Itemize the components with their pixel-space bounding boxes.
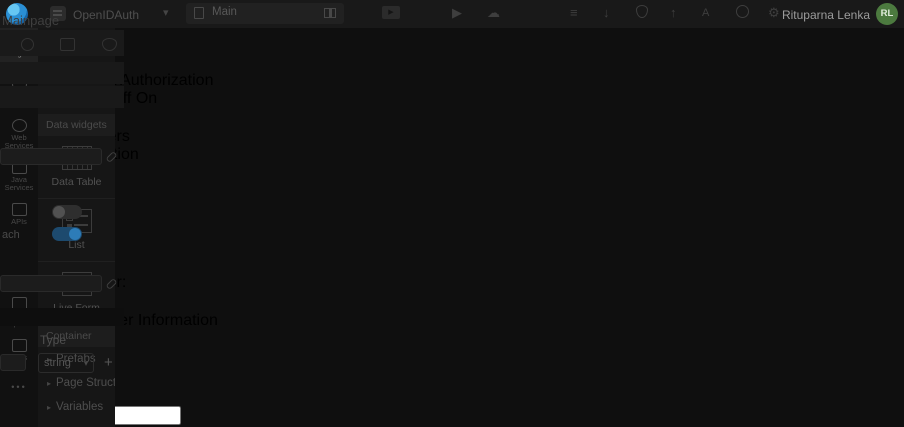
top-toolbar: OpenIDAuth ▾ Main ▶ ▶ ☁ ≡ ↓ ↑ A ⚙ Ritupa… xyxy=(0,0,904,28)
panel-row xyxy=(0,62,124,84)
property-input[interactable] xyxy=(0,275,102,292)
nav-item-csrf[interactable]: CSRF xyxy=(0,164,904,182)
logs-icon xyxy=(11,339,27,352)
nav-item-services[interactable]: Services xyxy=(0,238,904,256)
translate-icon[interactable]: A xyxy=(702,5,709,21)
inspect-icon[interactable] xyxy=(21,38,34,51)
nav-item-login-configuration[interactable]: Login Configuration xyxy=(0,146,904,164)
api-icon xyxy=(11,203,27,216)
identity-provider-section: 1. Identity Provider Information Provide… xyxy=(0,312,904,427)
type-column-label: Type xyxy=(40,333,67,347)
run-icon[interactable]: ▶ xyxy=(452,5,462,21)
content-scroll-area: Security Provider: Open ID ▾ 1. Identity… xyxy=(0,274,904,427)
property-toggle-off[interactable] xyxy=(52,205,82,219)
chevron-down-icon: ▾ xyxy=(83,358,88,368)
deploy-cloud-icon[interactable]: ☁ xyxy=(487,5,500,21)
export-icon[interactable]: ↑ xyxy=(670,5,677,21)
more-options-icon[interactable]: ••• xyxy=(0,382,38,392)
page-icon xyxy=(194,7,204,19)
security-content: Security Provider: Open ID ▾ 1. Identity… xyxy=(0,274,904,427)
dialog-tabs: General Authentication & Authorization xyxy=(0,54,904,90)
toggle-knob xyxy=(69,228,81,240)
shield-icon[interactable] xyxy=(636,5,648,18)
tree-item-variables[interactable]: ▸ Variables xyxy=(38,395,115,419)
nav-item-pages[interactable]: Pages xyxy=(0,220,904,238)
add-param-button[interactable]: + xyxy=(104,354,113,371)
device-preview-icon[interactable] xyxy=(60,38,75,51)
app-root: OpenIDAuth ▾ Main ▶ ▶ ☁ ≡ ↓ ↑ A ⚙ Ritupa… xyxy=(0,0,904,427)
import-icon[interactable]: ↓ xyxy=(603,5,610,21)
property-input[interactable] xyxy=(0,148,102,165)
page-tab-label: Main xyxy=(212,6,237,18)
project-name: OpenIDAuth xyxy=(73,8,140,22)
nav-header-authorization[interactable]: ▾Authorization xyxy=(0,182,904,202)
tree-item-page-structure[interactable]: ▸Page Structure xyxy=(38,371,115,395)
panel-divider xyxy=(0,308,124,326)
provider-id-select[interactable]: custom ▾ xyxy=(0,361,904,381)
tab-authentication-authorization[interactable]: Authentication & Authorization xyxy=(0,72,904,90)
branch-icon[interactable] xyxy=(736,5,749,18)
tri-right-icon: ▸ xyxy=(47,379,52,388)
stack-icon[interactable]: ≡ xyxy=(570,5,578,21)
nav-item-app-roles[interactable]: App Roles xyxy=(0,202,904,220)
security-nav: ▾Authentication Security Providers Login… xyxy=(0,108,904,274)
tab-general[interactable]: General xyxy=(0,54,904,72)
user-avatar[interactable]: RL xyxy=(876,3,898,25)
user-name[interactable]: Rituparna Lenka xyxy=(782,8,870,22)
toggle-knob xyxy=(53,206,65,218)
type-select[interactable]: string ▾ xyxy=(38,353,94,373)
globe-icon xyxy=(11,119,27,132)
authentication-toggle-row: Authentication: Off On xyxy=(0,90,904,108)
section-title: 1. Identity Provider Information xyxy=(0,312,218,329)
nav-item-prefabs[interactable]: Prefabs xyxy=(0,256,904,274)
param-name-input[interactable] xyxy=(0,354,26,371)
data-widgets-header: Data widgets xyxy=(38,114,115,136)
tri-right-icon: ▸ xyxy=(47,403,52,412)
panel-row xyxy=(0,86,124,108)
nav-header-authentication[interactable]: ▾Authentication xyxy=(0,108,904,128)
settings-gear-icon[interactable]: ⚙ xyxy=(768,5,780,21)
video-tutorial-icon[interactable]: ▶ xyxy=(382,6,400,19)
security-dialog: Security ? Help × General Authentication… xyxy=(0,0,904,427)
widget-tile-data-table[interactable]: Data Table xyxy=(38,136,115,199)
active-page-label: Mainpage xyxy=(2,13,60,28)
layout-columns-icon xyxy=(324,8,336,18)
close-icon[interactable]: × xyxy=(0,36,904,54)
nav-item-security-providers[interactable]: Security Providers xyxy=(0,128,904,146)
property-toggle-on[interactable] xyxy=(52,227,82,241)
page-tab-main[interactable]: Main xyxy=(186,3,344,24)
on-label: On xyxy=(135,90,158,107)
property-label-fragment: ach xyxy=(2,229,20,241)
project-chevron-icon[interactable]: ▾ xyxy=(163,6,169,19)
